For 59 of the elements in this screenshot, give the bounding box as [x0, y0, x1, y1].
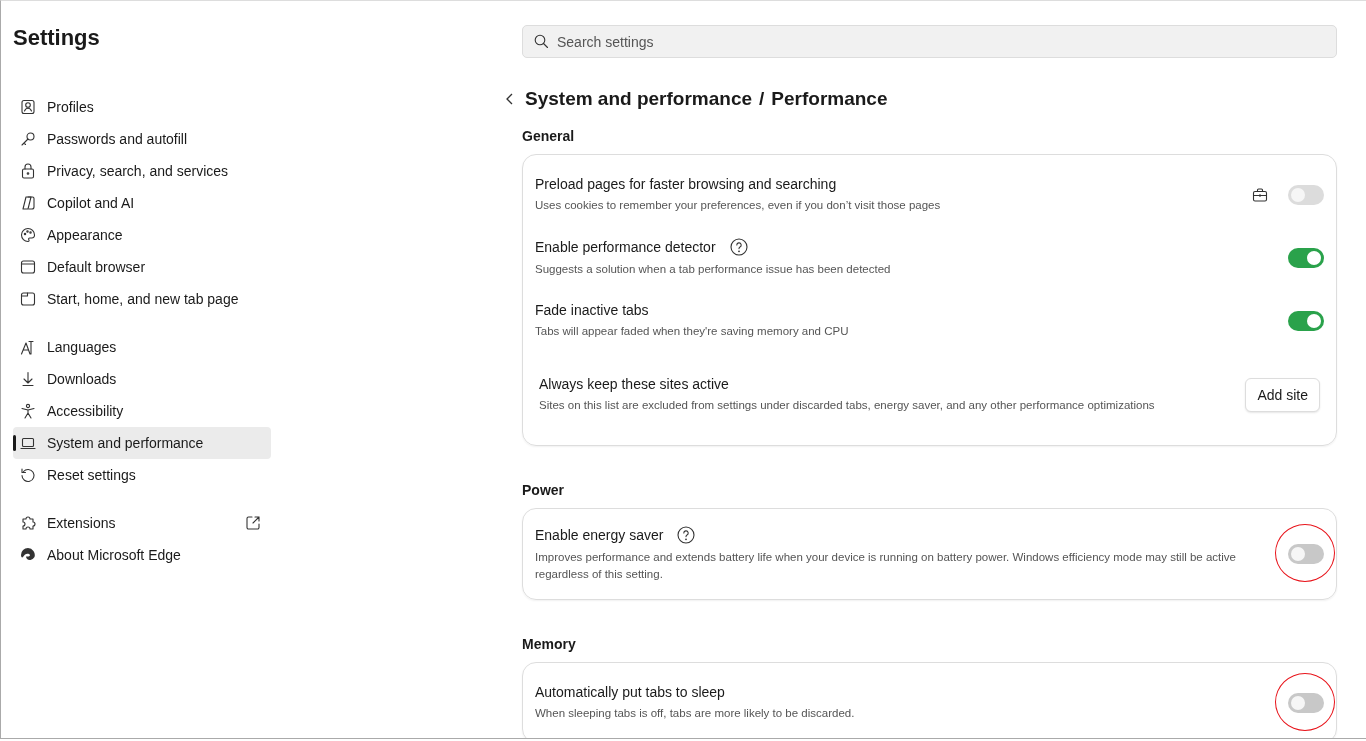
toggle-switch[interactable] [1288, 310, 1324, 331]
breadcrumb-parent[interactable]: System and performance [525, 88, 753, 110]
edge-logo-icon [20, 547, 36, 563]
page-title: Performance [771, 88, 888, 110]
setting-title: Enable energy saver [535, 527, 664, 543]
sidebar-item[interactable]: Default browser [13, 251, 271, 283]
window-icon [20, 291, 36, 307]
help-icon[interactable] [677, 526, 696, 544]
sidebar-item[interactable]: Downloads [13, 363, 271, 395]
toggle-switch[interactable] [1288, 544, 1324, 565]
puzzle-icon [20, 515, 36, 531]
setting-description: Uses cookies to remember your preferences, even if you don’t visit those pages [535, 197, 942, 213]
settings-title: Settings [13, 25, 101, 51]
sidebar-item[interactable]: Privacy, search, and services [13, 155, 271, 187]
copilot-icon [20, 195, 36, 211]
search-field[interactable]: Search settings [522, 25, 1337, 58]
breadcrumb-separator: / [759, 88, 765, 110]
palette-icon [20, 227, 36, 243]
profile-icon [20, 99, 36, 115]
sidebar-item[interactable]: About Microsoft Edge [13, 539, 271, 571]
setting-title: Enable performance detector [535, 238, 716, 255]
search-icon [533, 33, 549, 49]
back-icon[interactable] [505, 91, 515, 107]
accessibility-icon [20, 403, 36, 419]
toggle-switch[interactable] [1288, 692, 1324, 713]
key-icon [20, 131, 36, 147]
setting-title: Automatically put tabs to sleep [535, 684, 725, 700]
setting-title: Always keep these sites active [539, 375, 730, 392]
setting-description: Tabs will appear faded when they're saving memory and CPU [535, 323, 850, 339]
external-link-icon[interactable] [245, 515, 261, 531]
sidebar-item[interactable]: System and performance [13, 427, 271, 459]
download-icon [20, 371, 36, 387]
help-icon[interactable] [729, 237, 748, 256]
reset-icon [20, 467, 36, 483]
sidebar-item[interactable]: Copilot and AI [13, 187, 271, 219]
briefcase-icon [1252, 186, 1268, 203]
sidebar-item[interactable]: Accessibility [13, 395, 271, 427]
setting-description: Improves performance and extends battery life when your device is running on battery power. Windows efficiency mode may still be active regardless of this setting. [535, 550, 1237, 582]
sidebar-item[interactable]: Passwords and autofill [13, 123, 271, 155]
setting-description: Sites on this list are excluded from settings under discarded tabs, energy saver, and any other performance optimizations [539, 397, 1156, 413]
section-heading: Memory [522, 636, 577, 653]
laptop-icon [20, 435, 36, 451]
setting-description: Suggests a solution when a tab performance issue has been detected [535, 261, 892, 277]
section-heading: Power [522, 482, 565, 498]
add-site-button[interactable]: Add site [1245, 377, 1320, 412]
browser-icon [20, 259, 36, 275]
sidebar-item[interactable]: Profiles [13, 91, 271, 123]
sidebar-item[interactable]: Reset settings [13, 459, 271, 491]
setting-title: Fade inactive tabs [535, 301, 649, 318]
toggle-switch[interactable] [1288, 247, 1324, 268]
sidebar-item[interactable]: Languages [13, 331, 271, 363]
sidebar-item[interactable]: Start, home, and new tab page [13, 283, 271, 315]
setting-description: When sleeping tabs is off, tabs are more likely to be discarded. [535, 706, 856, 721]
section-heading: General [522, 128, 576, 144]
languages-icon [20, 339, 36, 355]
lock-icon [20, 163, 36, 179]
sidebar-item[interactable]: Appearance [13, 219, 271, 251]
sidebar-item[interactable]: Extensions [13, 507, 271, 539]
setting-title: Preload pages for faster browsing and searching [535, 175, 837, 192]
